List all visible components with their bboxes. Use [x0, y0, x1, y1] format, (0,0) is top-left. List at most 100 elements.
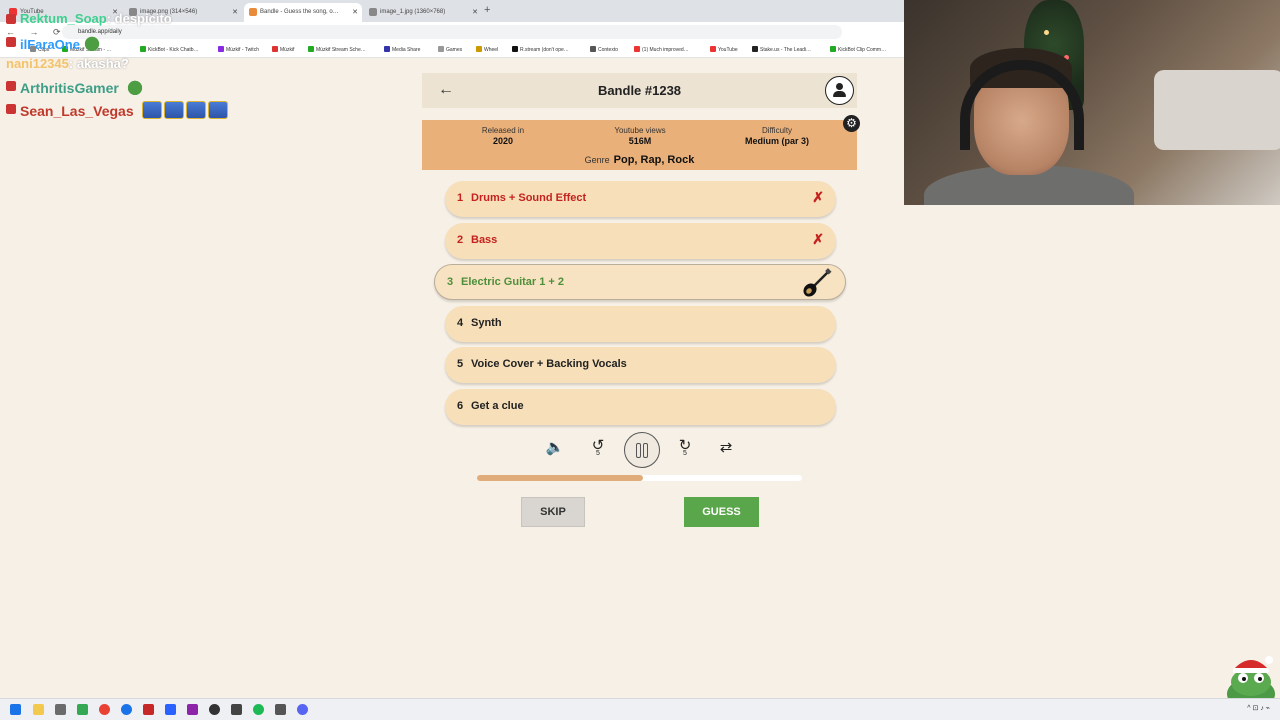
settings-gear-icon[interactable]: ⚙ [843, 115, 860, 132]
genre-value: Pop, Rap, Rock [613, 154, 695, 166]
stem-name: Bass [471, 234, 498, 246]
emote-icon [185, 101, 206, 119]
stem-row-1: 1 Drums + Sound Effect ✗ [445, 181, 836, 217]
new-tab-button[interactable]: + [484, 4, 490, 16]
guitar-icon [803, 268, 832, 297]
close-icon[interactable]: ✕ [472, 8, 478, 16]
close-icon[interactable]: ✕ [352, 8, 358, 16]
image-icon [369, 8, 377, 16]
chat-username: Sean_Las_Vegas [20, 103, 134, 119]
playback-progress-bar[interactable] [477, 475, 802, 481]
discord-icon[interactable] [297, 704, 308, 715]
stem-number: 6 [457, 400, 464, 412]
chrome-icon[interactable] [99, 704, 110, 715]
genre-label: Genre [584, 155, 610, 165]
difficulty-value: Medium (par 3) [744, 136, 809, 146]
views-value: 516M [628, 136, 652, 146]
app-icon[interactable] [231, 704, 242, 715]
bookmark-item[interactable]: Müzkif Stream Sche… [308, 46, 366, 53]
pause-icon[interactable] [624, 432, 660, 468]
views-info: Youtube views 516M [580, 126, 700, 146]
emote-icon [124, 78, 145, 96]
bookmark-item[interactable]: (1) Much improved… [634, 46, 689, 53]
stem-number: 1 [457, 192, 464, 204]
app-icon[interactable] [165, 704, 176, 715]
bookmark-item[interactable]: Games [438, 46, 462, 53]
chat-text: : despicito [106, 11, 172, 26]
volume-icon[interactable]: 🔈 [544, 438, 566, 456]
stem-row-5: 5 Voice Cover + Backing Vocals [445, 347, 836, 383]
app-icon[interactable] [209, 704, 220, 715]
stem-name: Voice Cover + Backing Vocals [471, 358, 627, 370]
bookmark-item[interactable]: Contexto [590, 46, 618, 53]
bookmark-item[interactable]: YouTube [710, 46, 738, 53]
bookmark-item[interactable]: Stake.us - The Leadi… [752, 46, 811, 53]
stream-chat-overlay: Rektum_Soap: despicito ilFaraOne nani123… [0, 0, 300, 125]
difficulty-label: Difficulty [761, 126, 793, 135]
game-header: ← Bandle #1238 [422, 73, 857, 108]
stem-number: 5 [457, 358, 464, 370]
app-icon[interactable] [187, 704, 198, 715]
badge-icon [6, 37, 16, 47]
chat-text: : akasha? [68, 56, 129, 71]
released-info: Released in 2020 [443, 126, 563, 146]
released-label: Released in [481, 126, 525, 135]
bookmark-item[interactable]: Wheel [476, 46, 498, 53]
repeat-icon[interactable]: ⇄ [715, 438, 737, 456]
file-explorer-icon[interactable] [33, 704, 44, 715]
edge-icon[interactable] [121, 704, 132, 715]
emote-icon [141, 101, 162, 119]
chat-message: Sean_Las_Vegas [0, 101, 228, 119]
spotify-icon[interactable] [253, 704, 264, 715]
badge-icon [6, 104, 16, 114]
tab-label: image_1.jpg (1360×768) [380, 9, 446, 15]
guess-button[interactable]: GUESS [684, 497, 759, 527]
stem-name: Drums + Sound Effect [471, 192, 587, 204]
app-icon[interactable] [143, 704, 154, 715]
badge-icon [6, 81, 16, 91]
emote-icon [207, 101, 228, 119]
app-icon[interactable] [77, 704, 88, 715]
chat-username: nani12345 [6, 56, 69, 71]
stem-row-2: 2 Bass ✗ [445, 223, 836, 259]
start-icon[interactable] [10, 704, 21, 715]
webcam-feed [904, 0, 1280, 205]
page-title: Bandle #1238 [597, 83, 682, 98]
stem-name: Synth [471, 317, 502, 329]
stem-name: Electric Guitar 1 + 2 [461, 276, 565, 288]
forward-5-icon[interactable]: ↻ 5 [674, 436, 696, 457]
wrong-mark-icon: ✗ [812, 231, 824, 247]
bookmark-item[interactable]: KickBot Clip Comm… [830, 46, 886, 53]
emote-icon [81, 34, 102, 52]
playback-controls: 🔈 ↺ 5 ↻ 5 ⇄ [540, 432, 745, 468]
chat-message: Rektum_Soap: despicito [0, 11, 172, 26]
stem-row-4: 4 Synth [445, 306, 836, 342]
chat-message: ilFaraOne [0, 34, 102, 52]
difficulty-info: Difficulty Medium (par 3) [717, 126, 837, 146]
bookmark-item[interactable]: R.stream (don't ope… [512, 46, 569, 53]
stem-name: Get a clue [471, 400, 524, 412]
genre-row: Genre Pop, Rap, Rock [422, 154, 857, 166]
profile-icon[interactable] [825, 76, 854, 105]
chat-message: nani12345: akasha? [0, 56, 129, 71]
stem-row-3[interactable]: 3 Electric Guitar 1 + 2 [434, 264, 846, 300]
stem-row-6[interactable]: 6 Get a clue [445, 389, 836, 425]
windows-taskbar: ^ ⊡ ♪ ⌁ [0, 698, 1280, 720]
system-tray[interactable]: ^ ⊡ ♪ ⌁ [1247, 704, 1270, 712]
chat-username: ilFaraOne [20, 37, 80, 52]
chat-username: ArthritisGamer [20, 80, 119, 96]
chat-message: ArthritisGamer [0, 78, 145, 96]
wrong-mark-icon: ✗ [812, 189, 824, 205]
emote-icon [163, 101, 184, 119]
skip-button[interactable]: SKIP [521, 497, 585, 527]
song-info-panel: Released in 2020 Youtube views 516M Diff… [422, 120, 857, 170]
bookmark-item[interactable]: Media Share [384, 46, 420, 53]
browser-tab-image-jpg[interactable]: image_1.jpg (1360×768) ✕ [364, 3, 482, 22]
views-label: Youtube views [614, 126, 666, 135]
chat-username: Rektum_Soap [20, 11, 107, 26]
released-value: 2020 [492, 136, 514, 146]
app-icon[interactable] [275, 704, 286, 715]
rewind-5-icon[interactable]: ↺ 5 [587, 436, 609, 457]
stem-number: 4 [457, 317, 464, 329]
app-icon[interactable] [55, 704, 66, 715]
